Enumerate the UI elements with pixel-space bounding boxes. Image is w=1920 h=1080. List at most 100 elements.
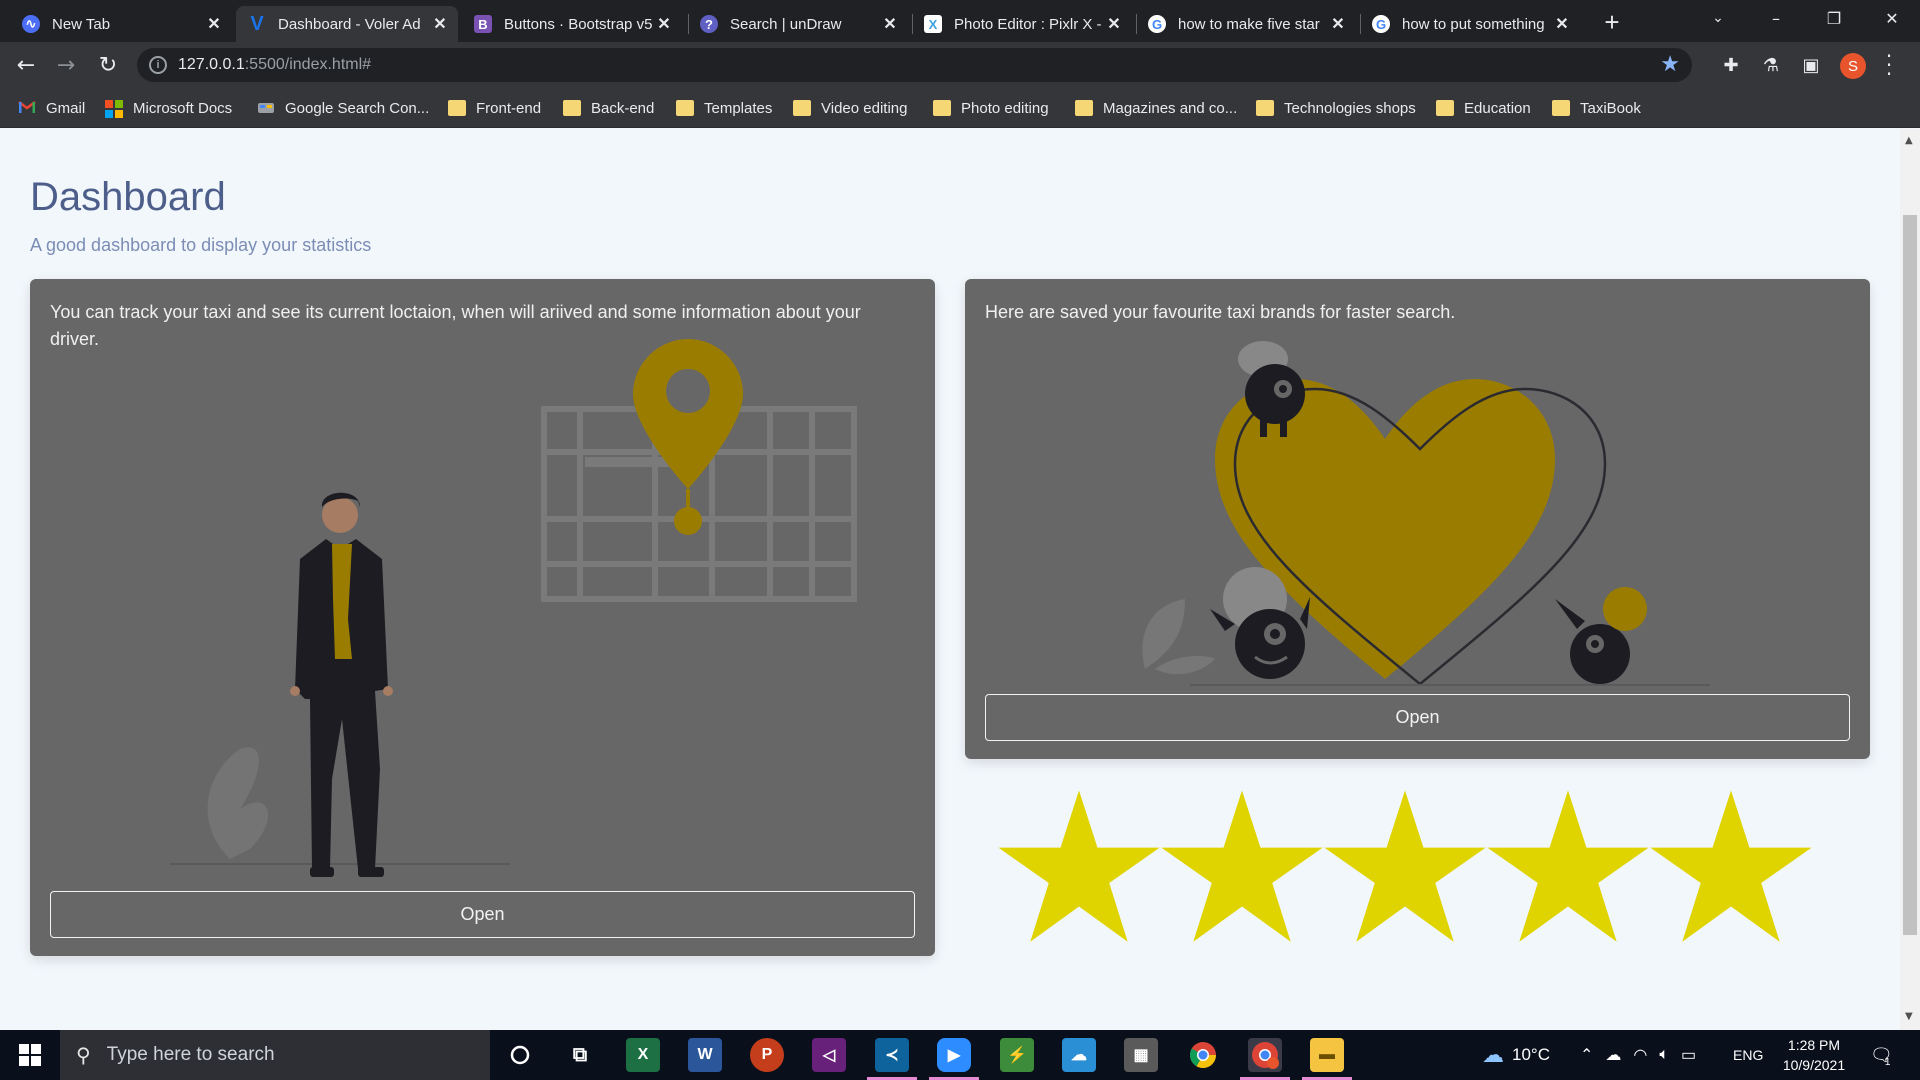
close-icon[interactable]: ✕ bbox=[1552, 14, 1572, 34]
folder-icon bbox=[1436, 100, 1454, 116]
close-icon[interactable]: ✕ bbox=[1104, 14, 1124, 34]
bookmark-folder-back-end[interactable]: Back-end bbox=[563, 98, 654, 118]
tab-title: Search | unDraw bbox=[730, 15, 842, 33]
excel-icon[interactable]: X bbox=[626, 1038, 660, 1072]
notification-center-icon[interactable]: 🗨︎ 1 bbox=[1870, 1030, 1893, 1080]
show-hidden-icons-icon[interactable]: ⌃ bbox=[1580, 1045, 1593, 1065]
tray-icons[interactable]: ⌃ ☁ ◠ 🔈︎ ▭ bbox=[1580, 1030, 1696, 1080]
battery-icon[interactable]: ▭ bbox=[1681, 1045, 1696, 1065]
close-icon[interactable]: ✕ bbox=[654, 14, 674, 34]
tab-dashboard[interactable]: V Dashboard - Voler Ad ✕ bbox=[236, 6, 458, 42]
bookmark-microsoft-docs[interactable]: Microsoft Docs bbox=[105, 98, 232, 118]
tab-search-icon[interactable]: ⌄ bbox=[1690, 0, 1746, 36]
clock[interactable]: 1:28 PM 10/9/2021 bbox=[1778, 1030, 1850, 1080]
bookmark-star-icon[interactable]: ★ bbox=[1660, 52, 1680, 77]
scroll-up-icon[interactable]: ▲ bbox=[1905, 135, 1913, 146]
tab-five-star[interactable]: G how to make five star ✕ bbox=[1136, 6, 1356, 42]
task-view-icon[interactable]: ⧉ bbox=[563, 1038, 597, 1072]
scrollbar-thumb[interactable] bbox=[1903, 215, 1917, 935]
folder-icon bbox=[563, 100, 581, 116]
tab-strip: ∿ New Tab ✕ V Dashboard - Voler Ad ✕ B B… bbox=[0, 0, 1920, 42]
rating-star-icon[interactable] bbox=[1158, 787, 1326, 947]
url-host: 127.0.0.1 bbox=[178, 56, 245, 73]
windows-start-icon[interactable] bbox=[0, 1030, 60, 1080]
language-indicator[interactable]: ENG bbox=[1733, 1030, 1763, 1080]
tab-undraw[interactable]: ? Search | unDraw ✕ bbox=[688, 6, 908, 42]
search-icon: ⚲ bbox=[76, 1043, 91, 1067]
rating-star-icon[interactable] bbox=[995, 787, 1163, 947]
close-icon[interactable]: ✕ bbox=[880, 14, 900, 34]
new-tab-button[interactable]: + bbox=[1598, 7, 1626, 37]
open-tracking-button[interactable]: Open bbox=[50, 891, 915, 938]
page-scrollbar[interactable]: ▲ ▼ bbox=[1900, 129, 1920, 1030]
back-icon[interactable]: ← bbox=[10, 49, 42, 81]
azure-icon[interactable]: ☁ bbox=[1062, 1038, 1096, 1072]
bookmark-label: Gmail bbox=[46, 99, 86, 117]
visual-studio-icon[interactable]: ◁ bbox=[812, 1038, 846, 1072]
page-content: Dashboard A good dashboard to display yo… bbox=[0, 129, 1900, 1030]
network-icon[interactable]: ◠ bbox=[1633, 1045, 1647, 1065]
folder-icon bbox=[1075, 100, 1093, 116]
restore-icon[interactable]: ❐ bbox=[1806, 0, 1862, 36]
tab-pixlr[interactable]: X Photo Editor : Pixlr X - ✕ bbox=[912, 6, 1132, 42]
close-icon[interactable]: ✕ bbox=[1328, 14, 1348, 34]
browser-toolbar: ← → ↻ i 127.0.0.1:5500/index.html# ★ ✚ ⚗… bbox=[0, 42, 1920, 88]
cortana-icon[interactable] bbox=[503, 1038, 537, 1072]
bookmark-folder-templates[interactable]: Templates bbox=[676, 98, 772, 118]
bookmark-folder-education[interactable]: Education bbox=[1436, 98, 1531, 118]
app-icon[interactable]: ⚡ bbox=[1000, 1038, 1034, 1072]
onedrive-icon[interactable]: ☁ bbox=[1605, 1045, 1621, 1065]
profile-avatar[interactable]: S bbox=[1840, 53, 1866, 79]
chrome-icon[interactable] bbox=[1186, 1038, 1220, 1072]
rating-star-icon[interactable] bbox=[1321, 787, 1489, 947]
reload-icon[interactable]: ↻ bbox=[92, 49, 124, 81]
bookmark-folder-photo-editing[interactable]: Photo editing bbox=[933, 98, 1049, 118]
menu-icon[interactable]: · · · bbox=[1881, 46, 1897, 84]
scroll-down-icon[interactable]: ▼ bbox=[1905, 1011, 1913, 1022]
url-path: :5500/index.html# bbox=[244, 56, 372, 73]
bookmark-folder-front-end[interactable]: Front-end bbox=[448, 98, 541, 118]
bookmark-folder-technologies-shops[interactable]: Technologies shops bbox=[1256, 98, 1416, 118]
notification-count: 1 bbox=[1884, 1056, 1891, 1068]
tab-title: Photo Editor : Pixlr X - bbox=[954, 15, 1102, 33]
vscode-icon[interactable]: ≺ bbox=[875, 1038, 909, 1072]
taskbar-search[interactable]: ⚲ Type here to search bbox=[60, 1030, 490, 1080]
google-favicon: G bbox=[1148, 15, 1166, 33]
volume-icon[interactable]: 🔈︎ bbox=[1659, 1046, 1669, 1064]
chrome-profile-icon[interactable] bbox=[1248, 1038, 1282, 1072]
open-favourites-button[interactable]: Open bbox=[985, 694, 1850, 741]
bookmark-label: Photo editing bbox=[961, 99, 1049, 117]
weather-widget[interactable]: ☁ 10°C bbox=[1482, 1030, 1550, 1080]
file-explorer-icon[interactable]: ▬ bbox=[1310, 1038, 1344, 1072]
bookmark-search-console[interactable]: Google Search Con... bbox=[257, 98, 429, 118]
calculator-icon[interactable]: ▦ bbox=[1124, 1038, 1158, 1072]
rating-star-icon[interactable] bbox=[1484, 787, 1652, 947]
weather-temperature: 10°C bbox=[1512, 1045, 1550, 1064]
site-info-icon[interactable]: i bbox=[149, 56, 167, 74]
bookmark-gmail[interactable]: Gmail bbox=[18, 98, 85, 118]
five-star-rating bbox=[995, 787, 1835, 947]
bookmark-folder-magazines[interactable]: Magazines and co... bbox=[1075, 98, 1237, 118]
side-panel-icon[interactable]: ▣ bbox=[1797, 51, 1825, 79]
page-subtitle: A good dashboard to display your statist… bbox=[30, 235, 372, 255]
window-close-icon[interactable]: ✕ bbox=[1864, 0, 1920, 36]
minimize-icon[interactable]: – bbox=[1748, 0, 1804, 36]
close-icon[interactable]: ✕ bbox=[204, 14, 224, 34]
labs-icon[interactable]: ⚗ bbox=[1757, 51, 1785, 79]
tab-new-tab[interactable]: ∿ New Tab ✕ bbox=[10, 6, 232, 42]
bookmark-label: TaxiBook bbox=[1580, 99, 1641, 117]
rating-star-icon[interactable] bbox=[1647, 787, 1815, 947]
bookmark-folder-video-editing[interactable]: Video editing bbox=[793, 98, 907, 118]
forward-icon[interactable]: → bbox=[50, 49, 82, 81]
powerpoint-icon[interactable]: P bbox=[750, 1038, 784, 1072]
address-bar[interactable]: i 127.0.0.1:5500/index.html# ★ bbox=[137, 48, 1692, 82]
bookmark-folder-taxibook[interactable]: TaxiBook bbox=[1552, 98, 1641, 118]
word-icon[interactable]: W bbox=[688, 1038, 722, 1072]
tab-bootstrap[interactable]: B Buttons · Bootstrap v5 ✕ bbox=[462, 6, 682, 42]
close-icon[interactable]: ✕ bbox=[430, 14, 450, 34]
folder-icon bbox=[1256, 100, 1274, 116]
zoom-icon[interactable]: ▶ bbox=[937, 1038, 971, 1072]
tab-put-something[interactable]: G how to put something ✕ bbox=[1360, 6, 1580, 42]
extensions-icon[interactable]: ✚ bbox=[1717, 51, 1745, 79]
clock-time: 1:28 PM bbox=[1787, 1037, 1841, 1053]
